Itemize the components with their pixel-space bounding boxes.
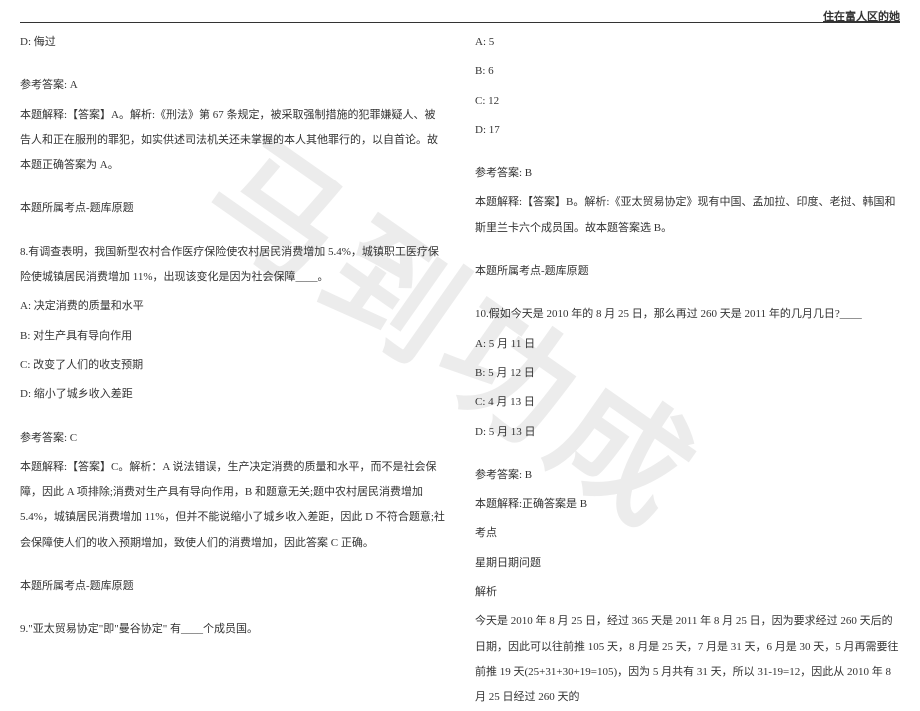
- q10-explanation-line2: 考点: [475, 521, 900, 546]
- q9-answer-label: 参考答案: B: [475, 161, 900, 186]
- q8-option-d: D: 缩小了城乡收入差距: [20, 382, 445, 407]
- q10-stem: 10.假如今天是 2010 年的 8 月 25 日，那么再过 260 天是 20…: [475, 302, 900, 327]
- q7-explanation: 本题解释:【答案】A。解析:《刑法》第 67 条规定，被采取强制措施的犯罪嫌疑人…: [20, 103, 445, 179]
- q10-option-b: B: 5 月 12 日: [475, 361, 900, 386]
- q8-option-b: B: 对生产具有导向作用: [20, 324, 445, 349]
- q8-stem: 8.有调查表明，我国新型农村合作医疗保险使农村居民消费增加 5.4%，城镇职工医…: [20, 240, 445, 291]
- q8-answer-label: 参考答案: C: [20, 426, 445, 451]
- q9-option-d: D: 17: [475, 118, 900, 143]
- q8-explanation: 本题解释:【答案】C。解析：A 说法错误，生产决定消费的质量和水平，而不是社会保…: [20, 455, 445, 556]
- q10-explanation-line4: 解析: [475, 580, 900, 605]
- left-column: D: 侮过 参考答案: A 本题解释:【答案】A。解析:《刑法》第 67 条规定…: [20, 30, 445, 641]
- q7-answer-label: 参考答案: A: [20, 73, 445, 98]
- q8-source: 本题所属考点-题库原题: [20, 574, 445, 599]
- q7-option-d: D: 侮过: [20, 30, 445, 55]
- header-divider: [20, 22, 900, 23]
- q9-option-b: B: 6: [475, 59, 900, 84]
- right-column: A: 5 B: 6 C: 12 D: 17 参考答案: B 本题解释:【答案】B…: [475, 30, 900, 641]
- q9-option-a: A: 5: [475, 30, 900, 55]
- q10-explanation-line3: 星期日期问题: [475, 551, 900, 576]
- q9-source: 本题所属考点-题库原题: [475, 259, 900, 284]
- q10-answer-label: 参考答案: B: [475, 463, 900, 488]
- q9-explanation: 本题解释:【答案】B。解析:《亚太贸易协定》现有中国、孟加拉、印度、老挝、韩国和…: [475, 190, 900, 241]
- q10-explanation-line1: 本题解释:正确答案是 B: [475, 492, 900, 517]
- q10-explanation-line5: 今天是 2010 年 8 月 25 日，经过 365 天是 2011 年 8 月…: [475, 609, 900, 710]
- content-container: D: 侮过 参考答案: A 本题解释:【答案】A。解析:《刑法》第 67 条规定…: [20, 30, 900, 641]
- q7-source: 本题所属考点-题库原题: [20, 196, 445, 221]
- q9-stem: 9."亚太贸易协定"即"曼谷协定" 有____个成员国。: [20, 617, 445, 642]
- q10-option-a: A: 5 月 11 日: [475, 332, 900, 357]
- q8-option-a: A: 决定消费的质量和水平: [20, 294, 445, 319]
- q10-option-c: C: 4 月 13 日: [475, 390, 900, 415]
- q8-option-c: C: 改变了人们的收支预期: [20, 353, 445, 378]
- q10-option-d: D: 5 月 13 日: [475, 420, 900, 445]
- q9-option-c: C: 12: [475, 89, 900, 114]
